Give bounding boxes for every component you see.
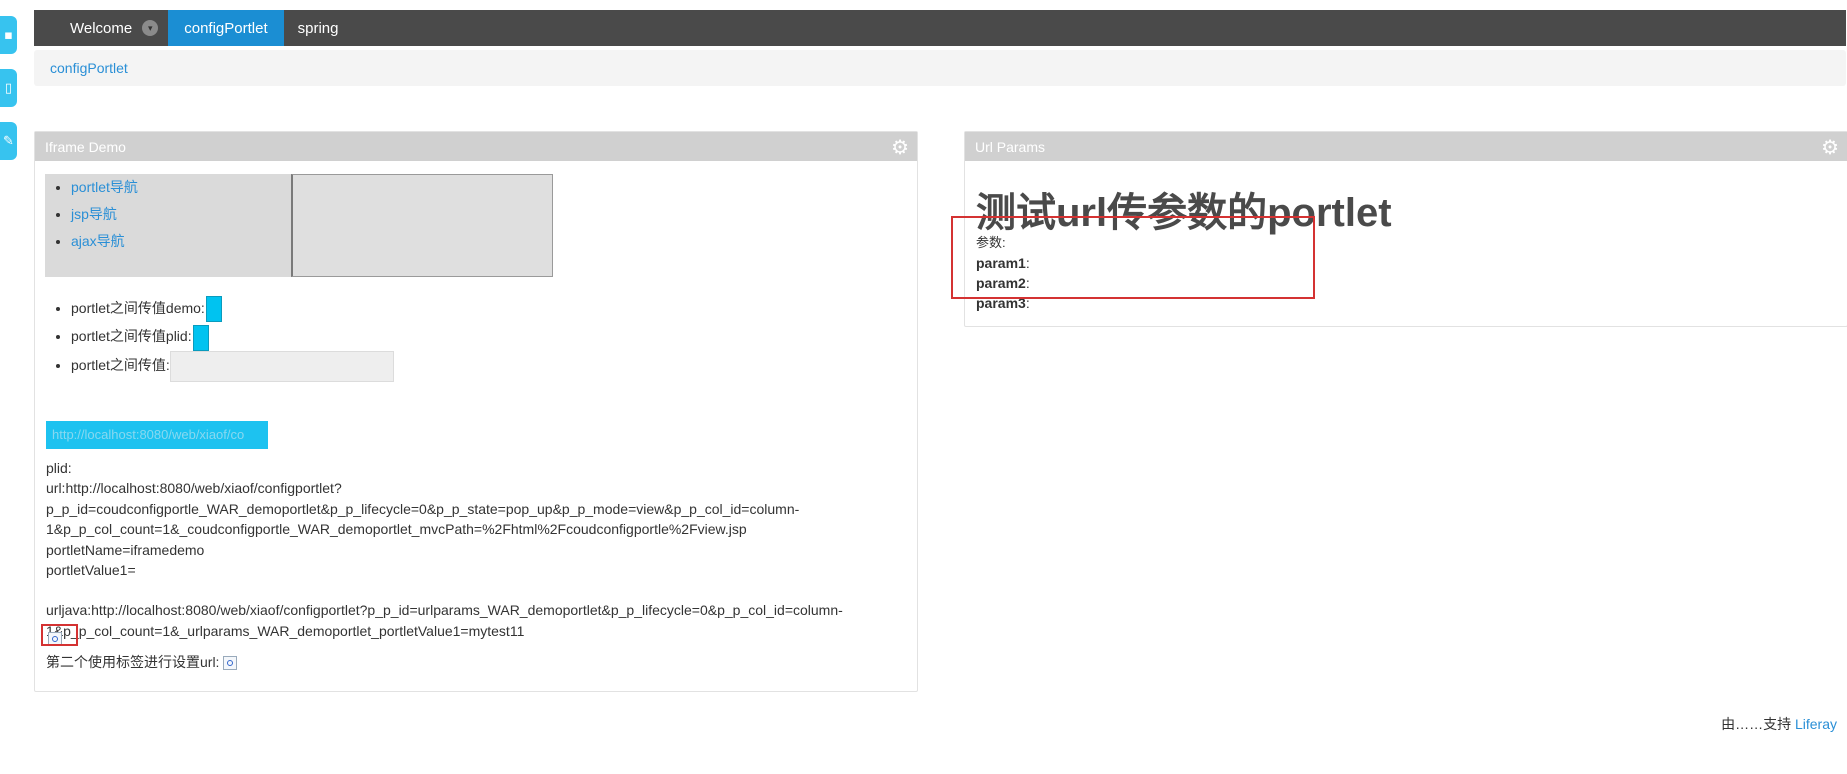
nav-welcome[interactable]: Welcome ▾ — [34, 10, 168, 46]
ipc-value-label: portlet之间传值: — [71, 356, 170, 373]
urljava-text: urljava:http://localhost:8080/web/xiaof/… — [46, 602, 843, 639]
ipc-demo-button[interactable] — [205, 296, 222, 323]
nav-spring[interactable]: spring — [284, 10, 353, 46]
second-url-label: 第二个使用标签进行设置url: — [46, 654, 220, 670]
dock-button-edit[interactable]: ✎ — [0, 122, 17, 160]
add-icon: ▪ — [4, 27, 13, 43]
pencil-icon: ✎ — [3, 133, 14, 149]
device-icon: ▯ — [4, 80, 13, 96]
chevron-down-icon[interactable]: ▾ — [142, 20, 159, 36]
ipc-plid-button[interactable] — [192, 324, 209, 351]
info-block: plid: url:http://localhost:8080/web/xiao… — [46, 458, 896, 641]
link-jsp-nav[interactable]: jsp导航 — [71, 206, 117, 222]
portlet-title: Iframe Demo — [45, 138, 126, 155]
breadcrumb: configPortlet — [34, 50, 1846, 86]
highlight-box — [951, 216, 1315, 299]
second-url-line: 第二个使用标签进行设置url: — [46, 652, 238, 672]
dock-button-preview[interactable]: ▯ — [0, 69, 17, 107]
link-portlet-nav[interactable]: portlet导航 — [71, 179, 138, 195]
embedded-iframe[interactable] — [291, 174, 553, 277]
portlet-name-text: portletName=iframedemo — [46, 541, 205, 558]
url-text: url:http://localhost:8080/web/xiaof/conf… — [46, 480, 800, 538]
plid-text: plid: — [46, 460, 72, 476]
liferay-link[interactable]: Liferay — [1795, 716, 1837, 732]
portlet-title: Url Params — [975, 138, 1046, 155]
nav-configportlet[interactable]: configPortlet — [168, 10, 284, 46]
iframe-demo-portlet: Iframe Demo ⚙ portlet导航 jsp导航 ajax导航 por… — [34, 131, 918, 692]
url-params-portlet: Url Params ⚙ 测试url传参数的portlet 参数: param1… — [951, 131, 1847, 327]
top-navigation: Welcome ▾ configPortlet spring — [34, 10, 1846, 46]
footer: 由……支持 Liferay — [1721, 714, 1837, 734]
portlet-header: Iframe Demo ⚙ — [35, 132, 917, 161]
portlet-value-text: portletValue1= — [46, 562, 136, 579]
footer-text: 由……支持 — [1721, 716, 1792, 732]
dock-button-add[interactable]: ▪ — [0, 16, 17, 54]
ipc-value-input[interactable] — [169, 350, 394, 382]
gear-icon[interactable]: ⚙ — [891, 135, 909, 159]
preview-icon-2[interactable] — [223, 656, 238, 671]
url-field[interactable]: http://localhost:8080/web/xiaof/co — [46, 421, 268, 449]
ipc-list: portlet之间传值demo: portlet之间传值plid: portle… — [45, 294, 394, 382]
highlight-box — [41, 624, 78, 646]
portlet-header: Url Params ⚙ — [965, 132, 1847, 161]
ipc-demo-label: portlet之间传值demo: — [71, 300, 205, 316]
link-ajax-nav[interactable]: ajax导航 — [71, 233, 125, 249]
ipc-plid-label: portlet之间传值plid: — [71, 328, 192, 345]
gear-icon[interactable]: ⚙ — [1821, 135, 1839, 159]
breadcrumb-configportlet[interactable]: configPortlet — [50, 60, 128, 76]
nav-welcome-label: Welcome — [70, 19, 133, 37]
